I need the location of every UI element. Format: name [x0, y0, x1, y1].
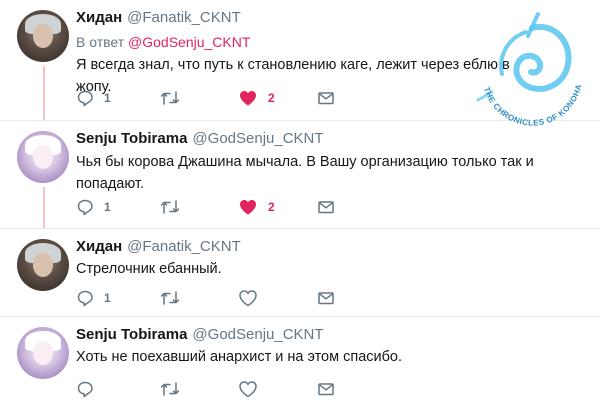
reply-button[interactable]: 1 — [76, 88, 111, 108]
like-button[interactable] — [238, 288, 258, 308]
tweet-4: Senju Tobirama @GodSenju_CKNT Хоть не пое… — [0, 317, 600, 405]
envelope-icon — [318, 292, 334, 305]
message-button[interactable] — [317, 288, 335, 308]
author-name[interactable]: Senju Tobirama — [76, 326, 187, 343]
author-name[interactable]: Хидан — [76, 238, 122, 255]
author-handle[interactable]: @Fanatik_CKNT — [127, 238, 241, 255]
heart-icon — [240, 200, 256, 215]
reply-count: 1 — [104, 200, 111, 214]
author-handle[interactable]: @Fanatik_CKNT — [127, 9, 241, 26]
like-count: 2 — [268, 200, 275, 214]
heart-icon — [240, 91, 256, 106]
author-handle[interactable]: @GodSenju_CKNT — [192, 130, 323, 147]
heart-icon — [239, 381, 257, 398]
retweet-icon — [160, 200, 180, 214]
retweet-icon — [160, 91, 180, 105]
tweet-text: Чья бы корова Джашина мычала. В Вашу орг… — [76, 154, 534, 192]
envelope-icon — [318, 383, 334, 396]
reply-prefix: В ответ — [76, 34, 125, 50]
tweet-2: Senju Tobirama @GodSenju_CKNT Чья бы коро… — [0, 121, 600, 228]
avatar[interactable] — [17, 327, 69, 379]
reply-icon — [77, 90, 93, 107]
reply-count: 1 — [104, 91, 111, 105]
retweet-icon — [160, 291, 180, 305]
envelope-icon — [318, 201, 334, 214]
reply-context: В ответ @GodSenju_CKNT — [76, 33, 250, 51]
tweet-3: Хидан @Fanatik_CKNT Стрелочник ебанный. 1 — [0, 229, 600, 316]
author-name[interactable]: Senju Tobirama — [76, 130, 187, 147]
tweet-text: Стрелочник ебанный. — [76, 261, 222, 277]
reply-icon — [77, 290, 93, 307]
reply-icon — [77, 381, 93, 398]
retweet-button[interactable] — [160, 379, 180, 399]
reply-count: 1 — [104, 291, 111, 305]
message-button[interactable] — [317, 197, 335, 217]
avatar[interactable] — [17, 239, 69, 291]
retweet-button[interactable] — [160, 197, 180, 217]
message-button[interactable] — [317, 88, 335, 108]
retweet-button[interactable] — [160, 288, 180, 308]
tweet-text: Хоть не поехавший анархист и на этом спа… — [76, 349, 403, 365]
author-handle[interactable]: @GodSenju_CKNT — [192, 326, 323, 343]
reply-mention-link[interactable]: @GodSenju_CKNT — [128, 34, 250, 50]
retweet-icon — [160, 382, 180, 396]
reply-button[interactable]: 1 — [76, 197, 111, 217]
reply-button[interactable]: 1 — [76, 288, 111, 308]
like-button[interactable]: 2 — [238, 88, 275, 108]
author-name[interactable]: Хидан — [76, 9, 122, 26]
heart-icon — [239, 290, 257, 307]
like-button[interactable] — [238, 379, 258, 399]
konoha-watermark-logo: THE CHRONICLES OF KONOHA — [476, 12, 583, 128]
avatar[interactable] — [17, 131, 69, 183]
retweet-button[interactable] — [160, 88, 180, 108]
like-button[interactable]: 2 — [238, 197, 275, 217]
like-count: 2 — [268, 91, 275, 105]
reply-button[interactable] — [76, 379, 94, 399]
thread-line — [43, 66, 45, 120]
envelope-icon — [318, 92, 334, 105]
message-button[interactable] — [317, 379, 335, 399]
reply-icon — [77, 199, 93, 216]
thread-line — [43, 187, 45, 228]
avatar[interactable] — [17, 10, 69, 62]
